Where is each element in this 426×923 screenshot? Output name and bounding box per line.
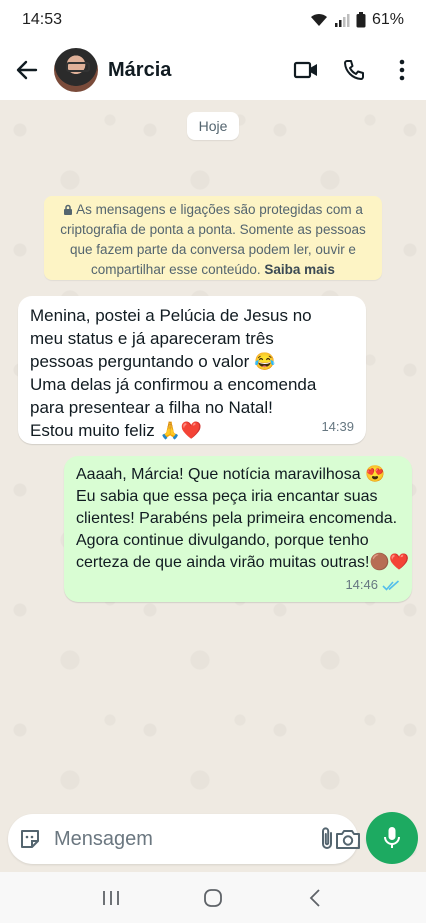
message-line: para presentear a filha no Natal!	[30, 398, 273, 417]
sticker-button[interactable]	[18, 819, 42, 859]
camera-button[interactable]	[335, 819, 361, 859]
video-call-icon	[293, 61, 317, 79]
message-line: Agora continue divulgando, porque tenho	[76, 532, 369, 549]
more-icon	[399, 59, 405, 81]
message-line: clientes! Parabéns pela primeira encomen…	[76, 510, 398, 527]
recent-apps-button[interactable]	[91, 878, 131, 918]
chat-header: Márcia	[0, 40, 426, 100]
attach-button[interactable]	[319, 819, 335, 859]
video-call-button[interactable]	[282, 40, 330, 100]
message-line: Aaaah, Márcia! Que notícia maravilhosa 😍	[76, 466, 385, 483]
message-line: Uma delas já confirmou a encomenda	[30, 375, 317, 394]
message-line: Eu sabia que essa peça iria encantar sua…	[76, 488, 378, 505]
status-icons: 61%	[310, 11, 404, 29]
read-ticks-icon	[382, 579, 400, 591]
back-button[interactable]	[0, 40, 54, 100]
voice-message-button[interactable]	[366, 812, 418, 864]
signal-icon	[334, 14, 350, 27]
battery-level: 61%	[371, 11, 404, 28]
more-options-button[interactable]	[378, 40, 426, 100]
message-input[interactable]	[54, 827, 319, 851]
status-time: 14:53	[22, 11, 63, 28]
message-time: 14:46	[345, 577, 378, 592]
chat-area[interactable]: Hoje As mensagens e ligações são protegi…	[0, 100, 426, 872]
paperclip-icon	[322, 827, 332, 849]
message-line: pessoas perguntando o valor 😂	[30, 352, 276, 371]
system-nav-bar	[0, 872, 426, 923]
message-composer	[8, 814, 361, 864]
home-icon	[204, 888, 222, 907]
avatar[interactable]	[54, 48, 98, 92]
learn-more-link[interactable]: Saiba mais	[264, 262, 335, 277]
nav-back-button[interactable]	[295, 878, 335, 918]
message-line: Estou muito feliz 🙏❤️	[30, 421, 202, 440]
sticker-icon	[21, 830, 39, 848]
voice-call-button[interactable]	[330, 40, 378, 100]
message-timestamp: 14:39	[321, 415, 354, 438]
contact-name[interactable]: Márcia	[108, 59, 282, 82]
outgoing-message[interactable]: Aaaah, Márcia! Que notícia maravilhosa 😍…	[64, 456, 412, 602]
status-bar: 14:53 61%	[0, 0, 426, 40]
recent-apps-icon	[103, 890, 119, 905]
message-line: Menina, postei a Pelúcia de Jesus no	[30, 306, 312, 325]
message-line: meu status e já apareceram três	[30, 329, 274, 348]
chevron-left-icon	[309, 888, 320, 907]
back-arrow-icon	[16, 60, 38, 80]
incoming-message[interactable]: Menina, postei a Pelúcia de Jesus no meu…	[18, 296, 366, 444]
message-line: certeza de que ainda virão muitas outras…	[76, 554, 410, 571]
phone-icon	[344, 60, 364, 80]
lock-icon	[64, 204, 73, 215]
date-chip: Hoje	[187, 112, 239, 140]
camera-icon	[336, 830, 360, 849]
message-time: 14:39	[321, 419, 354, 434]
message-timestamp: 14:46	[345, 574, 400, 596]
encryption-notice[interactable]: As mensagens e ligações são protegidas c…	[44, 196, 382, 280]
wifi-icon	[310, 13, 327, 26]
microphone-icon	[384, 827, 400, 848]
battery-icon	[356, 12, 366, 28]
home-button[interactable]	[193, 878, 233, 918]
